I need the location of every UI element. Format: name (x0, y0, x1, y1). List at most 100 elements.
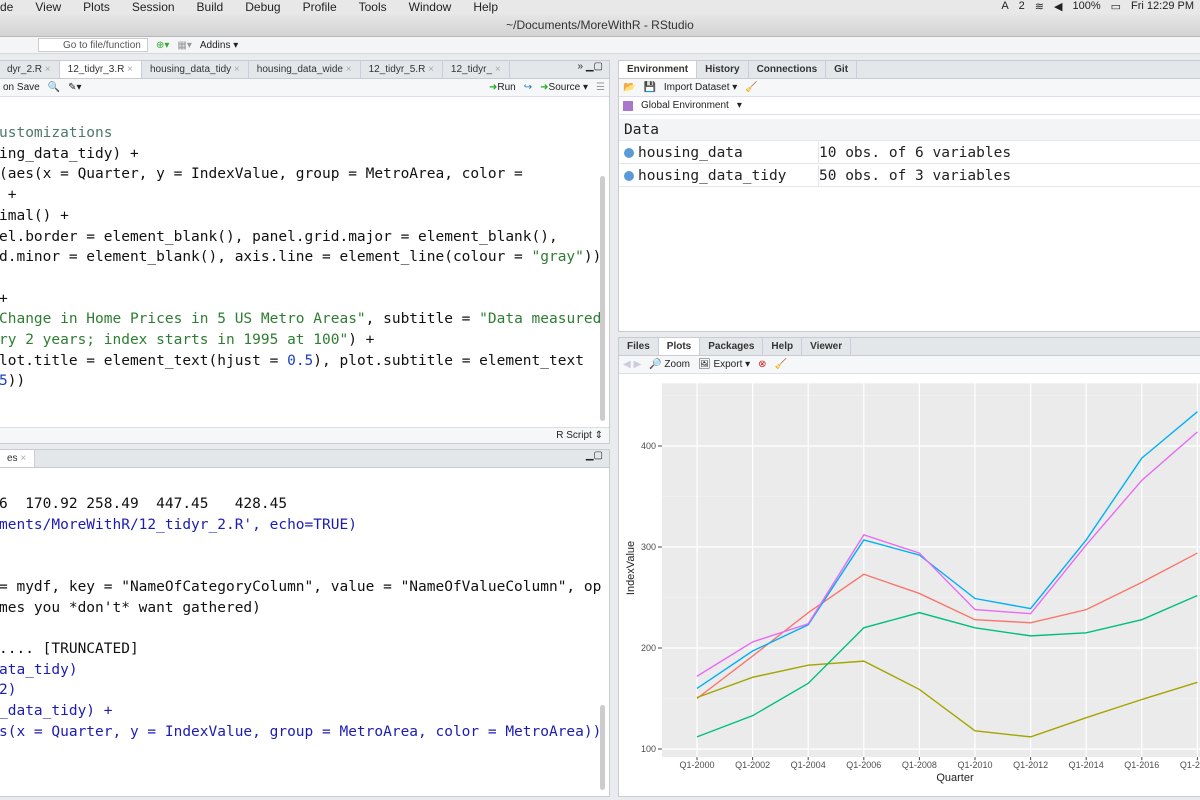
environment-toolbar: 📂 💾 Import Dataset ▾ 🧹 (619, 79, 1200, 97)
code-line: + (0, 185, 17, 206)
var-value: 10 obs. of 6 variables (818, 142, 1011, 164)
battery-icon[interactable]: ▭ (1111, 0, 1121, 13)
tab-label: 12_tidyr_3.R (67, 64, 125, 75)
tab-label: Environment (627, 64, 689, 75)
clock[interactable]: Fri 12:29 PM (1131, 0, 1194, 13)
expand-icon[interactable] (624, 171, 634, 181)
maximize-icon[interactable]: » ▁▢ (578, 61, 609, 78)
console-pane: es × ▁▢ 6 170.92 258.49 447.45 428.45 men… (0, 449, 610, 797)
volume-icon[interactable]: ◀ (1054, 0, 1062, 13)
adobe-count: 2 (1018, 0, 1025, 12)
menu-tools[interactable]: Tools (359, 0, 387, 14)
code-token: Change in Home Prices in 5 US Metro Area… (0, 311, 366, 328)
source-label: Source (548, 82, 581, 93)
code-line: _data_tidy) + (0, 701, 113, 722)
search-icon[interactable]: 🔍 (48, 82, 60, 93)
code-token: "Data measured (479, 311, 602, 328)
back-arrow-icon[interactable]: ◀ ▶ (623, 359, 641, 370)
remove-plot-icon[interactable]: ⊗ (758, 359, 766, 370)
editor-tab[interactable]: 12_tidyr_ × (443, 61, 510, 78)
menu-session[interactable]: Session (132, 0, 175, 14)
code-token: d.minor = element_blank(), axis.line = e… (0, 249, 532, 266)
run-button[interactable]: ➜Run (489, 82, 516, 93)
rerun-icon[interactable]: ↪ (524, 82, 532, 93)
code-token: "gray" (531, 249, 584, 266)
save-icon[interactable]: 💾 (643, 82, 655, 93)
env-row[interactable]: housing_data 10 obs. of 6 variables (619, 142, 1200, 164)
var-name: housing_data (638, 145, 743, 161)
environment-scope[interactable]: Global Environment ▾ (619, 97, 1200, 115)
battery-text: 100% (1072, 0, 1101, 12)
menu-edit[interactable]: de (0, 0, 13, 14)
source-on-save[interactable]: on Save (3, 82, 40, 93)
code-editor[interactable]: ustomizations ing_data_tidy) + (aes(x = Qu… (0, 123, 601, 423)
editor-tab[interactable]: dyr_2.R × (0, 61, 60, 78)
close-icon[interactable]: × (492, 64, 501, 75)
x-tick-label: Q1-2016 (1124, 760, 1159, 770)
zoom-button[interactable]: 🔎 Zoom (649, 359, 690, 370)
broom-icon[interactable]: 🧹 (745, 82, 757, 93)
tab-history[interactable]: History (697, 61, 749, 78)
file-type-select[interactable]: R Script (556, 430, 592, 441)
tab-help[interactable]: Help (763, 338, 803, 355)
menu-view[interactable]: View (35, 0, 61, 14)
y-tick-label: 400 (641, 441, 656, 451)
open-folder-icon[interactable]: 📂 (623, 82, 635, 93)
console-scrollbar[interactable] (600, 705, 605, 790)
code-token: mes you *don't* want gathered) (0, 599, 261, 616)
code-line: Change in Home Prices in 5 US Metro Area… (0, 309, 601, 330)
code-line: el.border = element_blank(), panel.grid.… (0, 227, 558, 248)
menu-plots[interactable]: Plots (83, 0, 110, 14)
menu-build[interactable]: Build (197, 0, 224, 14)
tab-plots[interactable]: Plots (658, 338, 701, 355)
editor-tab[interactable]: housing_data_tidy × (142, 61, 249, 78)
source-button[interactable]: ➜Source ▾ (540, 82, 588, 93)
code-line: imal() + (0, 206, 69, 227)
editor-scrollbar[interactable] (600, 176, 605, 421)
tab-connections[interactable]: Connections (749, 61, 827, 78)
code-token: el.border = element_blank(), panel.grid.… (0, 228, 558, 245)
code-line: 5)) (0, 371, 25, 392)
adobe-icon[interactable]: A (1001, 0, 1008, 13)
expand-icon[interactable] (624, 148, 634, 158)
run-label: Run (497, 82, 516, 93)
outline-icon[interactable]: ☰ (596, 82, 605, 93)
code-token: , subtitle = (365, 311, 480, 328)
export-button[interactable]: 🖼 Export ▾ (698, 359, 750, 370)
new-project-icon[interactable]: ⊕▾ (156, 40, 169, 51)
code-line: ata_tidy) (0, 660, 78, 681)
code-line: d.minor = element_blank(), axis.line = e… (0, 247, 601, 268)
grid-layout-icon[interactable]: ▦▾ (177, 40, 191, 51)
tab-packages[interactable]: Packages (700, 338, 764, 355)
env-row[interactable]: housing_data_tidy 50 obs. of 3 variables (619, 165, 1200, 187)
import-dataset-button[interactable]: Import Dataset ▾ (664, 82, 737, 93)
menu-help[interactable]: Help (473, 0, 498, 14)
menu-profile[interactable]: Profile (303, 0, 337, 14)
menu-window[interactable]: Window (409, 0, 452, 14)
close-icon[interactable]: × (231, 64, 240, 75)
close-icon[interactable]: × (124, 64, 133, 75)
editor-tab[interactable]: 12_tidyr_3.R × (59, 61, 142, 78)
close-icon[interactable]: × (42, 64, 51, 75)
close-icon[interactable]: × (425, 64, 434, 75)
magic-wand-icon[interactable]: ✎▾ (68, 82, 81, 93)
tab-viewer[interactable]: Viewer (802, 338, 852, 355)
console-output[interactable]: 6 170.92 258.49 447.45 428.45 ments/MoreW… (0, 450, 601, 790)
menu-debug[interactable]: Debug (245, 0, 280, 14)
goto-file-input[interactable]: Go to file/function (38, 38, 148, 52)
main-toolbar: Go to file/function ⊕▾ ▦▾ Addins ▾ (0, 37, 1200, 54)
code-token: 0.5 (287, 352, 314, 369)
addins-menu[interactable]: Addins ▾ (200, 40, 238, 51)
close-icon[interactable]: × (343, 64, 352, 75)
editor-tab[interactable]: 12_tidyr_5.R × (361, 61, 443, 78)
code-token: _data_tidy) + (0, 703, 113, 719)
editor-tab[interactable]: housing_data_wide × (249, 61, 361, 78)
tab-git[interactable]: Git (826, 61, 858, 78)
code-line: 6 170.92 258.49 447.45 428.45 (0, 494, 287, 515)
y-tick-label: 200 (641, 643, 656, 653)
tab-files[interactable]: Files (619, 338, 659, 355)
broom-icon[interactable]: 🧹 (775, 359, 787, 370)
tab-environment[interactable]: Environment (619, 61, 698, 78)
tab-label: Files (627, 341, 650, 352)
wifi-icon[interactable]: ≋ (1035, 0, 1044, 13)
